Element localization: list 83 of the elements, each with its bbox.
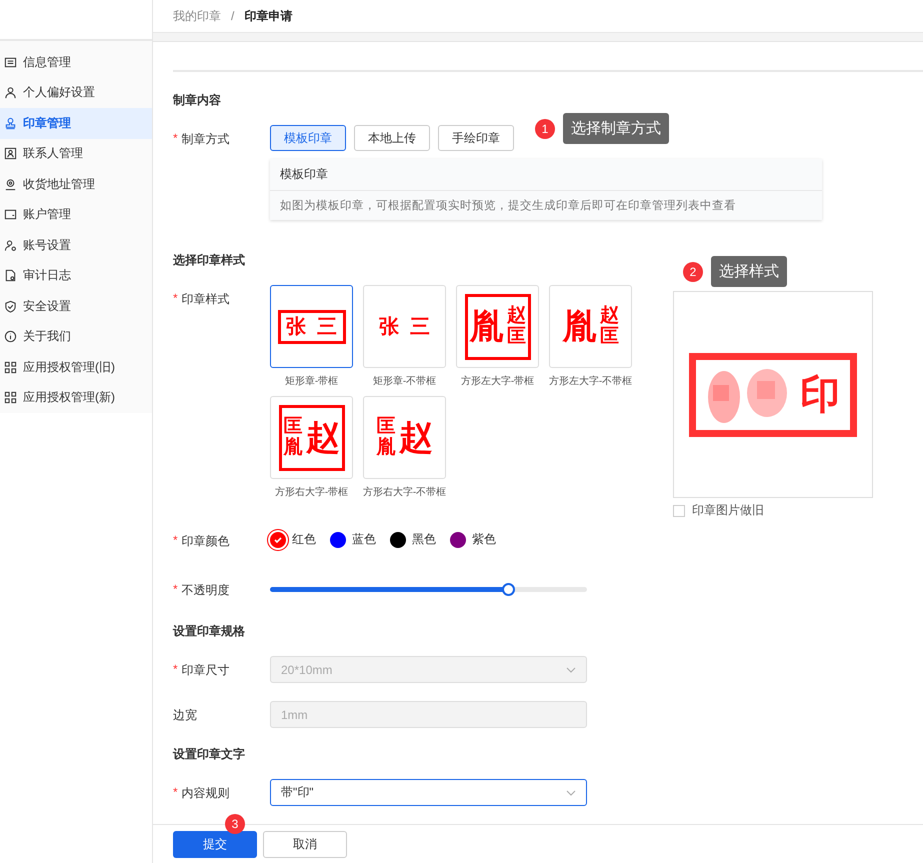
breadcrumb-item: 印章申请 — [244, 8, 292, 25]
breadcrumb-item[interactable]: 我的印章 — [173, 8, 221, 25]
field-label: 印章样式 — [182, 291, 230, 308]
aged-checkbox[interactable]: 印章图片做旧 — [673, 502, 764, 520]
seal-drawing: 张 三 — [278, 310, 346, 344]
info-text: 如图为模板印章，可根据配置项实时预览，提交生成印章后即可在印章管理列表中查看 — [279, 198, 737, 214]
sidebar-item[interactable]: 印章管理 — [0, 108, 152, 138]
content-rule-select[interactable]: 带"印" — [270, 779, 587, 806]
style-caption: 矩形章-带框 — [284, 374, 338, 388]
contact-card-icon — [4, 147, 17, 160]
stamp-icon — [4, 116, 17, 130]
field-label: 印章尺寸 — [182, 662, 230, 680]
slider-thumb[interactable] — [502, 583, 515, 596]
step-badge: 3 — [225, 814, 245, 834]
chevron-down-icon — [566, 666, 576, 673]
sidebar-item[interactable]: 账户管理 — [0, 200, 152, 230]
cancel-button[interactable]: 取消 — [263, 830, 347, 858]
style-caption: 方形右大字-带框 — [274, 486, 348, 500]
color-option[interactable]: 蓝色 — [330, 531, 376, 548]
sidebar-item[interactable]: 联系人管理 — [0, 138, 152, 169]
location-icon — [4, 178, 17, 191]
style-caption: 矩形章-不带框 — [372, 374, 436, 388]
sidebar-item[interactable]: 信息管理 — [0, 47, 152, 78]
required-mark: * — [173, 533, 178, 550]
color-option[interactable]: 黑色 — [390, 531, 436, 548]
sidebar-item[interactable]: 应用授权管理(旧) — [0, 352, 152, 382]
required-mark: * — [173, 131, 178, 148]
style-caption: 方形右大字-不带框 — [362, 486, 446, 500]
document-icon — [4, 269, 17, 282]
breadcrumb-separator: / — [231, 9, 234, 24]
info-icon — [4, 330, 17, 344]
sidebar-item[interactable]: 收货地址管理 — [0, 169, 152, 200]
color-option[interactable]: 紫色 — [450, 531, 496, 548]
required-mark: * — [173, 662, 178, 678]
step-badge: 2 — [683, 262, 703, 282]
required-mark: * — [173, 291, 178, 308]
sidebar-item[interactable]: 安全设置 — [0, 291, 152, 322]
method-option[interactable]: 手绘印章 — [438, 125, 514, 152]
grid-icon — [4, 391, 17, 404]
required-mark: * — [173, 582, 178, 598]
tooltip: 选择制章方式 — [563, 113, 669, 144]
step-badge: 1 — [535, 118, 555, 139]
wallet-icon — [4, 208, 17, 222]
field-label: 不透明度 — [182, 582, 230, 600]
color-label: 蓝色 — [352, 531, 376, 548]
sidebar-item[interactable]: 个人偏好设置 — [0, 78, 152, 108]
color-label: 黑色 — [412, 531, 436, 548]
required-mark: * — [173, 785, 178, 802]
grid-icon — [4, 360, 17, 374]
seal-character: 印 — [800, 371, 840, 420]
field-label: 制章方式 — [182, 131, 230, 148]
style-caption: 方形左大字-不带框 — [548, 374, 632, 388]
color-label: 红色 — [292, 531, 316, 548]
sidebar-item[interactable]: 审计日志 — [0, 260, 152, 291]
sidebar-item[interactable]: 应用授权管理(新) — [0, 382, 152, 413]
seal-style-option[interactable]: 张 三 — [363, 285, 446, 368]
section-title: 选择印章样式 — [173, 252, 246, 270]
shield-icon — [4, 300, 17, 313]
section-title: 设置印章文字 — [173, 746, 246, 764]
style-caption: 方形左大字-带框 — [460, 374, 534, 388]
color-label: 紫色 — [472, 531, 496, 548]
chevron-down-icon — [566, 790, 576, 796]
submit-button[interactable]: 提交 — [173, 830, 257, 858]
sidebar-item[interactable]: 关于我们 — [0, 322, 152, 352]
seal-drawing: 张 三 — [378, 315, 431, 340]
user-settings-icon — [4, 238, 17, 252]
field-label: 内容规则 — [182, 785, 230, 802]
checkbox-label: 印章图片做旧 — [692, 502, 764, 520]
info-title: 模板印章 — [270, 159, 822, 192]
tooltip: 选择样式 — [711, 256, 787, 288]
check-icon — [273, 534, 283, 545]
method-option[interactable]: 本地上传 — [354, 125, 430, 152]
method-option[interactable]: 模板印章 — [270, 125, 346, 152]
user-icon — [4, 86, 17, 100]
section-title: 设置印章规格 — [173, 623, 246, 640]
field-label: 边宽 — [173, 707, 197, 724]
section-title: 制章内容 — [173, 92, 222, 110]
seal-style-option[interactable]: 张 三 — [270, 285, 353, 368]
checkbox[interactable] — [673, 504, 685, 517]
sidebar-item[interactable]: 账号设置 — [0, 230, 152, 260]
list-icon — [4, 56, 17, 69]
color-option[interactable]: 红色 — [270, 531, 316, 548]
field-label: 印章颜色 — [182, 533, 230, 550]
